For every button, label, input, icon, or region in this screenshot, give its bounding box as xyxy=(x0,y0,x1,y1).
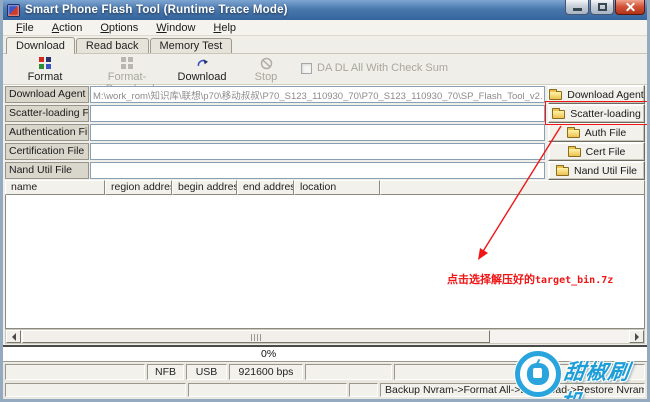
tab-bar: Download Read back Memory Test xyxy=(3,37,647,54)
annotation-text-filename: target_bin.7z xyxy=(535,275,613,286)
scroll-right-button[interactable] xyxy=(629,330,644,343)
maximize-button[interactable] xyxy=(590,0,614,15)
auth-file-browse-button[interactable]: Auth File xyxy=(548,123,645,142)
app-icon xyxy=(7,4,20,17)
close-button[interactable] xyxy=(615,0,645,15)
thumb-grip-icon xyxy=(251,334,261,341)
tab-read-back[interactable]: Read back xyxy=(76,38,149,53)
stop-button: Stop xyxy=(243,57,289,83)
partition-table-header: name region address begin address end ad… xyxy=(5,180,645,195)
scatter-loading-input[interactable] xyxy=(90,105,545,122)
minimize-button[interactable] xyxy=(565,0,589,15)
da-dl-checksum-label: DA DL All With Check Sum xyxy=(317,62,448,74)
download-agent-row-label: Download Agent xyxy=(5,86,89,103)
toolbar: Format Format->Download Download Stop DA… xyxy=(3,54,647,85)
status2-seg-empty-1 xyxy=(5,383,186,397)
auth-file-row-label: Authentication File xyxy=(5,124,89,141)
download-icon xyxy=(196,57,209,70)
folder-icon xyxy=(568,148,581,157)
auth-file-browse-label: Auth File xyxy=(585,127,626,139)
progress-bar: 0% xyxy=(3,345,647,362)
progress-percent: 0% xyxy=(261,348,276,360)
status-usb: USB xyxy=(186,364,227,380)
folder-icon xyxy=(556,167,569,176)
stop-label: Stop xyxy=(255,71,278,83)
tab-memory-test[interactable]: Memory Test xyxy=(150,38,233,53)
download-agent-input[interactable] xyxy=(90,86,545,103)
column-location[interactable]: location xyxy=(294,180,380,195)
format-icon xyxy=(39,57,52,70)
right-arrow-icon xyxy=(635,333,643,341)
status2-seg-empty-3 xyxy=(349,383,378,397)
download-label: Download xyxy=(178,71,227,83)
status2-seg-empty-2 xyxy=(188,383,347,397)
menu-help[interactable]: Help xyxy=(204,21,245,35)
nand-util-browse-label: Nand Util File xyxy=(574,165,637,177)
nand-util-row-label: Nand Util File xyxy=(5,162,89,179)
status-seg-empty-2 xyxy=(305,364,392,380)
scatter-loading-browse-button[interactable]: Scatter-loading xyxy=(548,104,645,123)
stop-icon xyxy=(260,57,273,70)
scatter-loading-browse-label: Scatter-loading xyxy=(570,108,641,120)
folder-icon xyxy=(552,110,565,119)
status-baud: 921600 bps xyxy=(229,364,303,380)
status-seg-empty-3 xyxy=(394,364,645,380)
menu-options[interactable]: Options xyxy=(91,21,147,35)
status-bar-top: NFB USB 921600 bps xyxy=(3,363,647,382)
status-flow-text: Backup Nvram->Format All->Download->Rest… xyxy=(380,383,645,397)
cert-file-row-label: Certification File xyxy=(5,143,89,160)
da-dl-checksum-checkbox[interactable]: DA DL All With Check Sum xyxy=(301,62,448,74)
format-download-button: Format->Download xyxy=(83,57,171,83)
menu-file[interactable]: File xyxy=(7,21,43,35)
folder-icon xyxy=(567,129,580,138)
scrollbar-thumb[interactable] xyxy=(22,330,490,343)
close-icon xyxy=(625,2,636,13)
cert-file-browse-label: Cert File xyxy=(586,146,626,158)
flash-tool-window: Smart Phone Flash Tool (Runtime Trace Mo… xyxy=(0,0,650,402)
left-arrow-icon xyxy=(8,333,16,341)
tab-download[interactable]: Download xyxy=(6,37,75,54)
column-begin-address[interactable]: begin address xyxy=(172,180,237,195)
status-nfb: NFB xyxy=(147,364,184,380)
titlebar[interactable]: Smart Phone Flash Tool (Runtime Trace Mo… xyxy=(3,0,647,20)
cert-file-browse-button[interactable]: Cert File xyxy=(548,142,645,161)
minimize-icon xyxy=(573,8,582,11)
status-seg-empty-1 xyxy=(5,364,145,380)
column-filler xyxy=(380,180,645,195)
nand-util-browse-button[interactable]: Nand Util File xyxy=(548,161,645,180)
annotation-text-cn: 点击选择解压好的 xyxy=(447,274,535,286)
window-title: Smart Phone Flash Tool (Runtime Trace Mo… xyxy=(25,4,288,16)
cert-file-input[interactable] xyxy=(90,143,545,160)
scroll-left-button[interactable] xyxy=(6,330,21,343)
menu-window[interactable]: Window xyxy=(147,21,204,35)
menu-action[interactable]: Action xyxy=(43,21,92,35)
folder-icon xyxy=(549,91,562,100)
window-controls xyxy=(564,0,645,15)
menubar: File Action Options Window Help xyxy=(3,20,647,36)
format-label: Format xyxy=(28,71,63,83)
format-download-icon xyxy=(121,57,134,70)
column-name[interactable]: name xyxy=(5,180,105,195)
partition-list-area[interactable] xyxy=(5,195,645,329)
column-region-address[interactable]: region address xyxy=(105,180,172,195)
column-end-address[interactable]: end address xyxy=(237,180,294,195)
scatter-loading-row-label: Scatter-loading File xyxy=(5,105,89,122)
auth-file-input[interactable] xyxy=(90,124,545,141)
horizontal-scrollbar[interactable] xyxy=(5,329,645,344)
annotation-text: 点击选择解压好的target_bin.7z xyxy=(447,271,613,287)
download-agent-browse-button[interactable]: Download Agent xyxy=(548,85,645,104)
maximize-icon xyxy=(598,3,607,11)
nand-util-input[interactable] xyxy=(90,162,545,179)
format-button[interactable]: Format xyxy=(13,57,77,83)
checkbox-icon xyxy=(301,63,312,74)
download-agent-browse-label: Download Agent xyxy=(567,89,643,101)
download-button[interactable]: Download xyxy=(171,57,233,83)
status-bar-bottom: Backup Nvram->Format All->Download->Rest… xyxy=(3,382,647,399)
